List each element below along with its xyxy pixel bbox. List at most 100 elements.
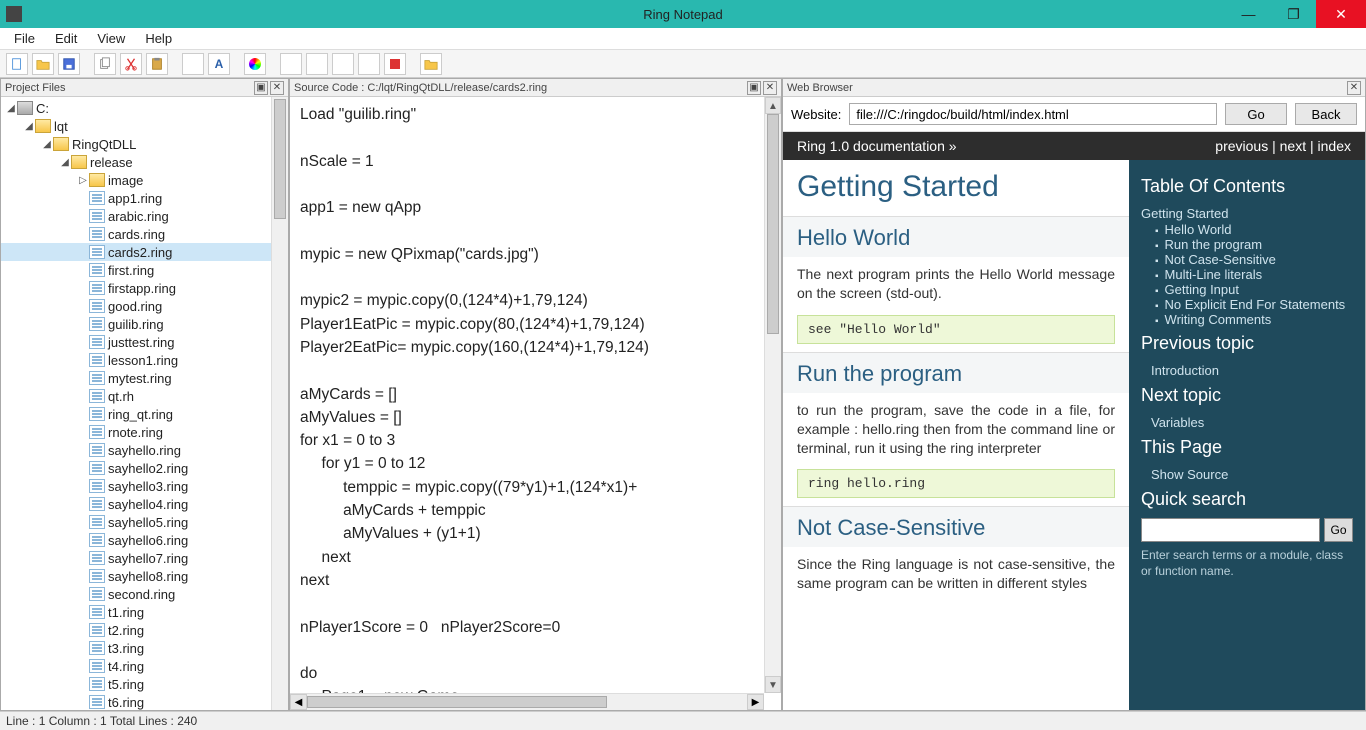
panel-close-icon[interactable]: ✕	[270, 81, 284, 95]
tree-item[interactable]: justtest.ring	[1, 333, 288, 351]
doc-sidebar: Table Of Contents Getting Started Hello …	[1129, 160, 1365, 710]
tree-item[interactable]: t1.ring	[1, 603, 288, 621]
tree-item[interactable]: ▷image	[1, 171, 288, 189]
stop-icon[interactable]	[384, 53, 406, 75]
minimize-button[interactable]: —	[1226, 0, 1271, 28]
tree-item[interactable]: rnote.ring	[1, 423, 288, 441]
breadcrumb[interactable]: Ring 1.0 documentation »	[797, 138, 957, 154]
tree-item[interactable]: t5.ring	[1, 675, 288, 693]
go-button[interactable]: Go	[1225, 103, 1287, 125]
file-tree[interactable]: ◢C:◢lqt◢RingQtDLL◢release▷imageapp1.ring…	[1, 97, 288, 710]
doc-code: see "Hello World"	[797, 315, 1115, 344]
tree-item[interactable]: second.ring	[1, 585, 288, 603]
toc-item[interactable]: Writing Comments	[1155, 312, 1353, 327]
source-panel-title: Source Code : C:/lqt/RingQtDLL/release/c…	[294, 82, 547, 94]
toolbar: A	[0, 50, 1366, 78]
tree-item[interactable]: t6.ring	[1, 693, 288, 710]
nav-next[interactable]: next	[1280, 138, 1306, 154]
toc-item[interactable]: No Explicit End For Statements	[1155, 297, 1353, 312]
menu-help[interactable]: Help	[135, 29, 182, 48]
menu-edit[interactable]: Edit	[45, 29, 87, 48]
toc-item[interactable]: Run the program	[1155, 237, 1353, 252]
tree-item[interactable]: sayhello3.ring	[1, 477, 288, 495]
tree-item[interactable]: ◢release	[1, 153, 288, 171]
tree-item[interactable]: sayhello8.ring	[1, 567, 288, 585]
database-icon[interactable]	[306, 53, 328, 75]
url-input[interactable]	[849, 103, 1217, 125]
toc-item[interactable]: Multi-Line literals	[1155, 267, 1353, 282]
tree-item[interactable]: t4.ring	[1, 657, 288, 675]
copy-icon[interactable]	[94, 53, 116, 75]
toc-root[interactable]: Getting Started	[1141, 205, 1353, 222]
nav-index[interactable]: index	[1318, 138, 1351, 154]
tree-item[interactable]: cards.ring	[1, 225, 288, 243]
panel-close-icon[interactable]: ✕	[763, 81, 777, 95]
prev-topic-link[interactable]: Introduction	[1141, 362, 1353, 379]
tree-item[interactable]: ring_qt.ring	[1, 405, 288, 423]
show-source-link[interactable]: Show Source	[1141, 466, 1353, 483]
tree-item[interactable]: ◢C:	[1, 99, 288, 117]
url-label: Website:	[791, 107, 841, 122]
open-folder-icon[interactable]	[420, 53, 442, 75]
scroll-right-icon[interactable]: ▶	[747, 694, 764, 710]
prev-topic-heading: Previous topic	[1141, 333, 1353, 354]
code-editor[interactable]: Load "guilib.ring" nScale = 1 app1 = new…	[290, 97, 764, 693]
scroll-left-icon[interactable]: ◀	[290, 694, 307, 710]
link-icon[interactable]	[280, 53, 302, 75]
tree-item[interactable]: lesson1.ring	[1, 351, 288, 369]
paste-icon[interactable]	[146, 53, 168, 75]
close-button[interactable]: ✕	[1316, 0, 1366, 28]
tree-item[interactable]: sayhello6.ring	[1, 531, 288, 549]
next-topic-link[interactable]: Variables	[1141, 414, 1353, 431]
new-file-icon[interactable]	[6, 53, 28, 75]
search-go-button[interactable]: Go	[1324, 518, 1353, 542]
open-file-icon[interactable]	[32, 53, 54, 75]
panel-close-icon[interactable]: ✕	[1347, 81, 1361, 95]
menu-view[interactable]: View	[87, 29, 135, 48]
source-code-panel: Source Code : C:/lqt/RingQtDLL/release/c…	[289, 78, 782, 711]
tree-item[interactable]: arabic.ring	[1, 207, 288, 225]
tree-item[interactable]: first.ring	[1, 261, 288, 279]
maximize-button[interactable]: ❐	[1271, 0, 1316, 28]
font-icon[interactable]: A	[208, 53, 230, 75]
scroll-down-icon[interactable]: ▼	[765, 676, 781, 693]
toc-item[interactable]: Not Case-Sensitive	[1155, 252, 1353, 267]
tree-item[interactable]: ◢lqt	[1, 117, 288, 135]
tree-item[interactable]: t2.ring	[1, 621, 288, 639]
toc-item[interactable]: Getting Input	[1155, 282, 1353, 297]
tree-item[interactable]: sayhello2.ring	[1, 459, 288, 477]
nav-previous[interactable]: previous	[1215, 138, 1268, 154]
tree-item[interactable]: cards2.ring	[1, 243, 288, 261]
color-icon[interactable]	[244, 53, 266, 75]
scroll-up-icon[interactable]: ▲	[765, 97, 781, 114]
tree-item[interactable]: sayhello.ring	[1, 441, 288, 459]
tree-item[interactable]: sayhello4.ring	[1, 495, 288, 513]
save-icon[interactable]	[58, 53, 80, 75]
menu-file[interactable]: File	[4, 29, 45, 48]
tree-item[interactable]: firstapp.ring	[1, 279, 288, 297]
tree-item[interactable]: app1.ring	[1, 189, 288, 207]
tree-item[interactable]: guilib.ring	[1, 315, 288, 333]
editor-vscrollbar[interactable]: ▲ ▼	[764, 97, 781, 693]
panel-float-icon[interactable]: ▣	[254, 81, 268, 95]
tree-item[interactable]: t3.ring	[1, 639, 288, 657]
tree-scrollbar[interactable]	[271, 97, 288, 710]
undo-icon[interactable]	[182, 53, 204, 75]
build-icon[interactable]	[358, 53, 380, 75]
quick-search-heading: Quick search	[1141, 489, 1353, 510]
tree-item[interactable]: qt.rh	[1, 387, 288, 405]
tree-item[interactable]: sayhello7.ring	[1, 549, 288, 567]
tree-item[interactable]: sayhello5.ring	[1, 513, 288, 531]
tree-item[interactable]: good.ring	[1, 297, 288, 315]
doc-section-run: Run the program	[783, 352, 1129, 393]
toc-item[interactable]: Hello World	[1155, 222, 1353, 237]
search-input[interactable]	[1141, 518, 1320, 542]
doc-content[interactable]: Getting Started Hello World The next pro…	[783, 160, 1129, 710]
editor-hscrollbar[interactable]: ◀ ▶	[290, 693, 764, 710]
tree-item[interactable]: ◢RingQtDLL	[1, 135, 288, 153]
cut-icon[interactable]	[120, 53, 142, 75]
back-button[interactable]: Back	[1295, 103, 1357, 125]
panel-float-icon[interactable]: ▣	[747, 81, 761, 95]
tree-item[interactable]: mytest.ring	[1, 369, 288, 387]
run-icon[interactable]	[332, 53, 354, 75]
